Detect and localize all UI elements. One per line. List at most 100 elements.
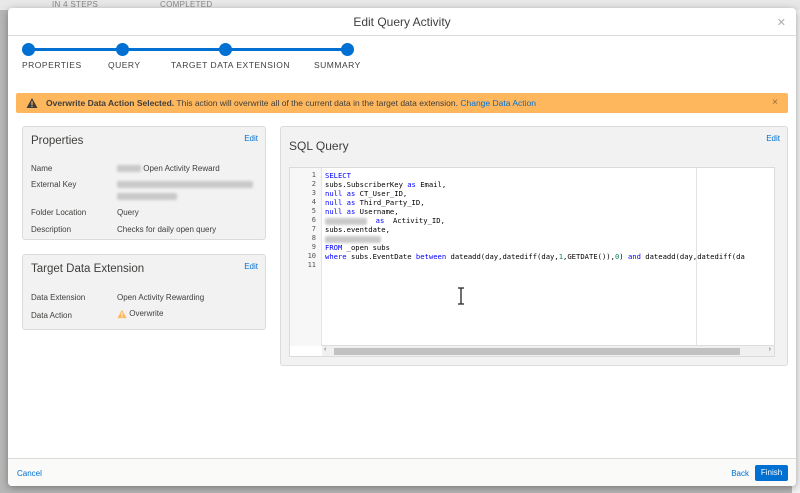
data-extension-value: Open Activity Rewarding: [117, 293, 205, 302]
name-value-text: Open Activity Reward: [143, 164, 220, 173]
modal-footer: Cancel Back Finish: [8, 458, 796, 486]
code-keyword: where: [325, 252, 347, 261]
code-token: subs.SubscriberKey: [325, 180, 408, 189]
line-number: 9: [311, 243, 316, 251]
code-keyword: FROM: [325, 243, 343, 252]
code-keyword: null: [325, 189, 343, 198]
code-line: as Activity_ID,: [325, 216, 445, 225]
properties-edit-link[interactable]: Edit: [244, 134, 258, 143]
progress-track: [30, 48, 348, 51]
code-token: subs.EventDate: [346, 252, 416, 261]
line-number: 11: [307, 261, 316, 269]
code-keyword: null: [325, 207, 343, 216]
data-action-label: Data Action: [31, 311, 72, 320]
alert-bold-text: Overwrite Data Action Selected.: [46, 98, 175, 108]
text-cursor-icon: [458, 287, 464, 305]
line-number: 10: [307, 252, 316, 260]
name-label: Name: [31, 164, 53, 173]
target-edit-link[interactable]: Edit: [244, 262, 258, 271]
step-label-target-data-extension[interactable]: TARGET DATA EXTENSION: [171, 60, 290, 70]
code-line: FROM _open subs: [325, 243, 390, 252]
line-number: 7: [311, 225, 316, 233]
data-action-value-text: Overwrite: [129, 309, 164, 319]
horizontal-scrollbar[interactable]: ‹ ›: [322, 345, 774, 356]
change-data-action-link[interactable]: Change Data Action: [460, 98, 536, 108]
code-token: Username,: [355, 207, 399, 216]
code-line: null as CT_User_ID,: [325, 189, 407, 198]
target-data-extension-title: Target Data Extension: [31, 263, 145, 275]
alert-message: This action will overwrite all of the cu…: [174, 98, 461, 108]
sql-query-title: SQL Query: [289, 139, 349, 153]
code-token: Activity_ID,: [384, 216, 445, 225]
data-action-value: Overwrite: [117, 309, 163, 319]
code-line: null as Username,: [325, 207, 399, 216]
step-label-properties[interactable]: PROPERTIES: [22, 60, 82, 70]
sql-edit-link[interactable]: Edit: [766, 134, 780, 143]
alert-close-icon[interactable]: ×: [772, 97, 778, 108]
modal-header: Edit Query Activity ✕: [8, 8, 796, 36]
code-token: Third_Party_ID,: [355, 198, 425, 207]
step-dot-query[interactable]: [116, 43, 129, 56]
code-keyword: as: [342, 207, 356, 216]
cancel-button[interactable]: Cancel: [17, 469, 42, 478]
code-token: _open subs: [342, 243, 390, 252]
edit-query-activity-modal: Edit Query Activity ✕ PROPERTIES QUERY T…: [8, 8, 796, 486]
folder-location-value: Query: [117, 208, 139, 217]
step-dot-properties[interactable]: [22, 43, 35, 56]
code-token: CT_User_ID,: [355, 189, 408, 198]
data-extension-label: Data Extension: [31, 293, 86, 302]
code-keyword: as: [342, 189, 356, 198]
close-icon[interactable]: ✕: [777, 16, 786, 29]
line-number: 2: [311, 180, 316, 188]
code-keyword: and: [627, 252, 641, 261]
code-token: dateadd(day,datediff(day,: [446, 252, 559, 261]
redacted-text: [325, 235, 381, 243]
external-key-label: External Key: [31, 180, 77, 189]
scroll-right-icon[interactable]: ›: [769, 346, 771, 353]
line-number: 4: [311, 198, 316, 206]
scrollbar-thumb[interactable]: [334, 348, 740, 355]
external-key-value: [117, 180, 253, 200]
warning-icon: [117, 309, 127, 319]
overwrite-warning-alert: Overwrite Data Action Selected. This act…: [16, 93, 788, 113]
code-line: subs.SubscriberKey as Email,: [325, 180, 446, 189]
step-dot-target-data-extension[interactable]: [219, 43, 232, 56]
line-number: 6: [311, 216, 316, 224]
code-keyword: as: [407, 180, 416, 189]
warning-icon: [26, 98, 38, 108]
step-dot-summary[interactable]: [341, 43, 354, 56]
sql-query-card: SQL Query Edit 1 2 3 4 5 6 7 8 9 10 11 S…: [280, 126, 788, 366]
code-line: null as Third_Party_ID,: [325, 198, 425, 207]
sql-code-editor[interactable]: 1 2 3 4 5 6 7 8 9 10 11 SELECT subs.Subs…: [289, 167, 775, 357]
code-line: [325, 234, 381, 243]
redacted-text: [325, 217, 367, 225]
redacted-text: [117, 193, 177, 200]
properties-title: Properties: [31, 135, 84, 147]
folder-location-label: Folder Location: [31, 208, 87, 217]
code-keyword: as: [375, 216, 385, 225]
target-data-extension-card: Target Data Extension Edit Data Extensio…: [22, 254, 266, 330]
back-button[interactable]: Back: [731, 469, 749, 478]
finish-button[interactable]: Finish: [755, 465, 788, 481]
step-label-query[interactable]: QUERY: [108, 60, 141, 70]
code-keyword: between: [415, 252, 447, 261]
code-token: Email,: [415, 180, 447, 189]
code-keyword: as: [342, 198, 356, 207]
code-line: SELECT: [325, 171, 351, 180]
description-value: Checks for daily open query: [117, 225, 217, 234]
redacted-text: [117, 181, 253, 189]
line-number: 5: [311, 207, 316, 215]
print-margin-line: [696, 168, 697, 346]
code-token: ): [619, 252, 628, 261]
code-line: where subs.EventDate between dateadd(day…: [325, 252, 745, 261]
modal-title: Edit Query Activity: [353, 15, 451, 29]
description-label: Description: [31, 225, 72, 234]
name-value: Open Activity Reward: [117, 164, 220, 173]
line-number: 3: [311, 189, 316, 197]
step-label-summary[interactable]: SUMMARY: [314, 60, 361, 70]
redacted-text: [117, 165, 141, 173]
line-number: 1: [311, 171, 316, 179]
alert-text: Overwrite Data Action Selected. This act…: [46, 98, 536, 108]
scroll-left-icon[interactable]: ‹: [324, 346, 326, 353]
properties-card: Properties Edit Name Open Activity Rewar…: [22, 126, 266, 240]
